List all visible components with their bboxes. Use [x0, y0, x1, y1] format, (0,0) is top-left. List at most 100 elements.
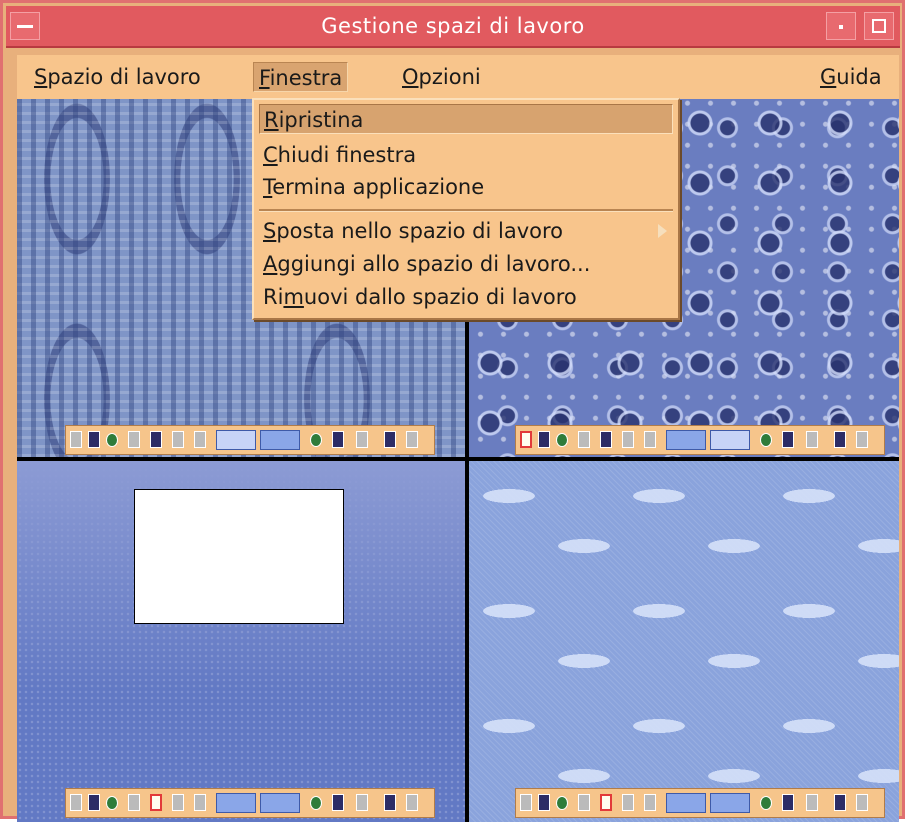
panel-item-icon [384, 794, 396, 811]
panel-item-icon [128, 431, 140, 448]
workspace-pane-3[interactable] [17, 461, 465, 822]
menu-options[interactable]: Opzioni [397, 62, 486, 92]
panel-item-icon [70, 794, 82, 811]
menu-options-label: pzioni [418, 65, 481, 89]
menu-item-label: hiudi finestra [277, 143, 417, 167]
panel-item-icon [856, 794, 868, 811]
workspace-switch-button [260, 430, 300, 450]
panel-item-icon [194, 794, 206, 811]
panel-item-icon [194, 431, 206, 448]
panel-item-icon [172, 431, 184, 448]
panel-item-icon [578, 794, 590, 811]
panel-item-icon [644, 794, 656, 811]
menu-item-add-to-workspace[interactable]: Aggiungi allo spazio di lavoro... [259, 249, 673, 279]
front-panel-mini [515, 788, 885, 818]
panel-item-icon [600, 431, 612, 448]
front-panel-mini [65, 425, 435, 455]
title-bar[interactable]: Gestione spazi di lavoro [6, 6, 900, 48]
menu-window-label: inestra [269, 66, 343, 90]
submenu-arrow-icon [658, 224, 667, 238]
front-panel-mini [515, 425, 885, 455]
panel-item-icon [856, 431, 868, 448]
globe-icon [556, 796, 568, 810]
globe-icon [106, 796, 118, 810]
menu-item-quit-application[interactable]: Termina applicazione [259, 172, 673, 202]
menu-item-mnemonic: R [264, 108, 279, 132]
menu-workspace[interactable]: Spazio di lavoro [29, 62, 206, 92]
menu-options-mnemonic: O [402, 65, 419, 89]
panel-item-icon [834, 794, 846, 811]
menu-item-label: ipristina [278, 108, 364, 132]
menu-item-label: posta nello spazio di lavoro [276, 219, 564, 243]
window-thumbnail[interactable] [134, 489, 344, 624]
menu-item-mnemonic: A [263, 252, 278, 276]
panel-item-icon [356, 431, 368, 448]
maximize-button[interactable] [864, 12, 894, 40]
panel-item-icon [88, 794, 100, 811]
panel-item-icon [310, 433, 322, 447]
menu-bar: Spazio di lavoro Finestra Opzioni Guida [17, 55, 899, 99]
menu-item-label: ggiungi allo spazio di lavoro... [277, 252, 591, 276]
panel-item-icon [834, 431, 846, 448]
panel-item-icon [806, 794, 818, 811]
panel-item-icon [622, 794, 634, 811]
panel-item-icon [538, 794, 550, 811]
panel-item-icon [332, 431, 344, 448]
workspace-switch-button [216, 430, 256, 450]
workspace-switch-button [216, 793, 256, 813]
workspace-switch-button [710, 430, 750, 450]
minimize-icon [839, 25, 843, 29]
panel-item-icon [406, 431, 418, 448]
menu-item-mnemonic: m [283, 285, 304, 309]
menu-window[interactable]: Finestra [253, 62, 349, 92]
menu-item-mnemonic: C [263, 143, 278, 167]
panel-item-icon [782, 794, 794, 811]
panel-item-icon [600, 794, 612, 811]
window-title: Gestione spazi di lavoro [321, 14, 585, 38]
menu-item-mnemonic: T [263, 175, 273, 199]
panel-item-icon [644, 431, 656, 448]
panel-item-icon [622, 431, 634, 448]
panel-item-icon [760, 796, 772, 810]
menu-workspace-mnemonic: S [34, 65, 48, 89]
panel-item-icon [538, 431, 550, 448]
panel-item-icon [310, 796, 322, 810]
window-dropdown-menu: Ripristina Chiudi finestra Termina appli… [252, 98, 680, 320]
workspace-switch-button [710, 793, 750, 813]
menu-item-label: ermina applicazione [272, 175, 485, 199]
menu-item-restore[interactable]: Ripristina [259, 104, 673, 134]
panel-item-icon [172, 794, 184, 811]
menu-help-label: uida [836, 65, 882, 89]
maximize-icon [872, 19, 886, 33]
panel-item-icon [70, 431, 82, 448]
panel-item-icon [128, 794, 140, 811]
panel-item-icon [760, 433, 772, 447]
panel-item-icon [150, 431, 162, 448]
menu-help-mnemonic: G [820, 65, 837, 89]
workspace-switch-button [666, 793, 706, 813]
workspace-pane-4[interactable] [469, 461, 899, 822]
workspace-manager-window: Gestione spazi di lavoro Spazio di lavor… [0, 0, 905, 822]
menu-item-label: uovi dallo spazio di lavoro [303, 285, 577, 309]
panel-item-icon [520, 794, 532, 811]
menu-window-mnemonic: F [259, 66, 270, 90]
panel-item-icon [88, 431, 100, 448]
panel-item-icon [332, 794, 344, 811]
front-panel-mini [65, 788, 435, 818]
minimize-button[interactable] [826, 12, 856, 40]
panel-item-icon [806, 431, 818, 448]
menu-separator [259, 209, 673, 212]
workspace-switch-button [260, 793, 300, 813]
panel-item-icon [356, 794, 368, 811]
panel-item-icon [782, 431, 794, 448]
menu-item-move-to-workspace[interactable]: Sposta nello spazio di lavoro [259, 216, 673, 246]
menu-item-close-window[interactable]: Chiudi finestra [259, 140, 673, 170]
globe-icon [556, 433, 568, 447]
menu-help[interactable]: Guida [815, 62, 887, 92]
panel-item-icon [406, 794, 418, 811]
menu-workspace-label: pazio di lavoro [47, 65, 201, 89]
globe-icon [106, 433, 118, 447]
menu-item-remove-from-workspace[interactable]: Rimuovi dallo spazio di lavoro [259, 282, 673, 312]
panel-item-icon [150, 794, 162, 811]
menu-item-mnemonic: S [263, 219, 277, 243]
